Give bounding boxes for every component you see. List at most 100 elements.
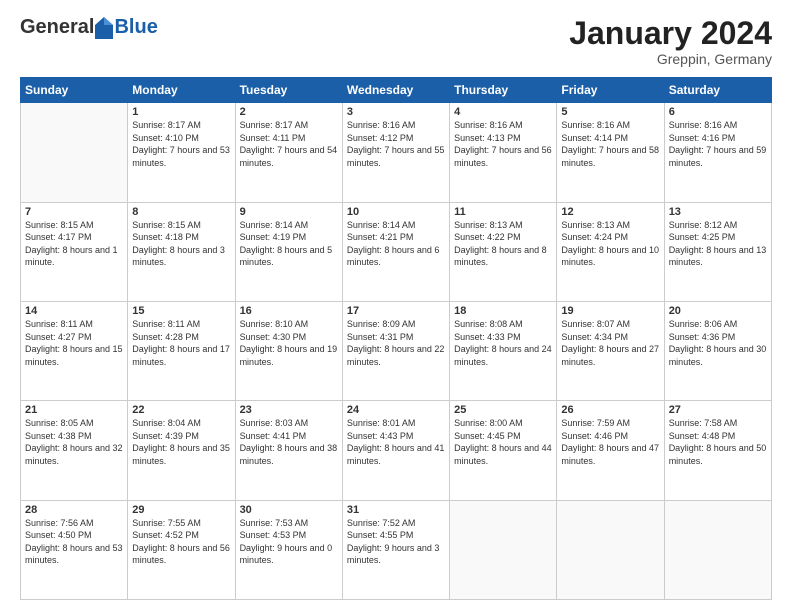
day-number: 11 (454, 206, 552, 218)
calendar-week-5: 28Sunrise: 7:56 AMSunset: 4:50 PMDayligh… (21, 500, 772, 599)
day-number: 30 (240, 504, 338, 516)
month-title: January 2024 (569, 16, 772, 51)
calendar-cell: 28Sunrise: 7:56 AMSunset: 4:50 PMDayligh… (21, 500, 128, 599)
day-info: Sunrise: 8:16 AMSunset: 4:13 PMDaylight:… (454, 119, 552, 169)
day-number: 14 (25, 305, 123, 317)
calendar-header-sunday: Sunday (21, 78, 128, 103)
calendar-week-2: 7Sunrise: 8:15 AMSunset: 4:17 PMDaylight… (21, 202, 772, 301)
location: Greppin, Germany (569, 51, 772, 67)
logo-blue-text: Blue (114, 16, 157, 39)
day-info: Sunrise: 8:11 AMSunset: 4:28 PMDaylight:… (132, 318, 230, 368)
calendar-week-3: 14Sunrise: 8:11 AMSunset: 4:27 PMDayligh… (21, 301, 772, 400)
calendar-header-monday: Monday (128, 78, 235, 103)
calendar-cell: 22Sunrise: 8:04 AMSunset: 4:39 PMDayligh… (128, 401, 235, 500)
day-info: Sunrise: 8:13 AMSunset: 4:22 PMDaylight:… (454, 219, 552, 269)
calendar-cell: 25Sunrise: 8:00 AMSunset: 4:45 PMDayligh… (450, 401, 557, 500)
day-number: 29 (132, 504, 230, 516)
calendar-cell: 29Sunrise: 7:55 AMSunset: 4:52 PMDayligh… (128, 500, 235, 599)
day-info: Sunrise: 8:11 AMSunset: 4:27 PMDaylight:… (25, 318, 123, 368)
calendar-cell: 17Sunrise: 8:09 AMSunset: 4:31 PMDayligh… (342, 301, 449, 400)
calendar-cell (664, 500, 771, 599)
day-info: Sunrise: 8:15 AMSunset: 4:18 PMDaylight:… (132, 219, 230, 269)
day-info: Sunrise: 8:14 AMSunset: 4:19 PMDaylight:… (240, 219, 338, 269)
day-number: 1 (132, 106, 230, 118)
calendar-cell: 9Sunrise: 8:14 AMSunset: 4:19 PMDaylight… (235, 202, 342, 301)
day-info: Sunrise: 8:07 AMSunset: 4:34 PMDaylight:… (561, 318, 659, 368)
calendar-cell: 4Sunrise: 8:16 AMSunset: 4:13 PMDaylight… (450, 103, 557, 202)
day-number: 6 (669, 106, 767, 118)
day-number: 8 (132, 206, 230, 218)
day-number: 19 (561, 305, 659, 317)
calendar-cell: 15Sunrise: 8:11 AMSunset: 4:28 PMDayligh… (128, 301, 235, 400)
day-number: 3 (347, 106, 445, 118)
calendar-header-row: SundayMondayTuesdayWednesdayThursdayFrid… (21, 78, 772, 103)
logo: General Blue (20, 16, 158, 39)
day-info: Sunrise: 8:16 AMSunset: 4:14 PMDaylight:… (561, 119, 659, 169)
calendar-cell: 11Sunrise: 8:13 AMSunset: 4:22 PMDayligh… (450, 202, 557, 301)
day-number: 9 (240, 206, 338, 218)
day-number: 12 (561, 206, 659, 218)
day-number: 25 (454, 404, 552, 416)
calendar-week-1: 1Sunrise: 8:17 AMSunset: 4:10 PMDaylight… (21, 103, 772, 202)
day-number: 15 (132, 305, 230, 317)
calendar-cell: 23Sunrise: 8:03 AMSunset: 4:41 PMDayligh… (235, 401, 342, 500)
calendar-cell: 16Sunrise: 8:10 AMSunset: 4:30 PMDayligh… (235, 301, 342, 400)
calendar-cell: 3Sunrise: 8:16 AMSunset: 4:12 PMDaylight… (342, 103, 449, 202)
day-info: Sunrise: 8:01 AMSunset: 4:43 PMDaylight:… (347, 417, 445, 467)
calendar-cell: 27Sunrise: 7:58 AMSunset: 4:48 PMDayligh… (664, 401, 771, 500)
day-number: 2 (240, 106, 338, 118)
day-number: 31 (347, 504, 445, 516)
calendar-cell: 1Sunrise: 8:17 AMSunset: 4:10 PMDaylight… (128, 103, 235, 202)
day-number: 20 (669, 305, 767, 317)
calendar-cell: 13Sunrise: 8:12 AMSunset: 4:25 PMDayligh… (664, 202, 771, 301)
calendar-cell: 19Sunrise: 8:07 AMSunset: 4:34 PMDayligh… (557, 301, 664, 400)
day-info: Sunrise: 7:59 AMSunset: 4:46 PMDaylight:… (561, 417, 659, 467)
calendar-cell: 18Sunrise: 8:08 AMSunset: 4:33 PMDayligh… (450, 301, 557, 400)
calendar-cell: 6Sunrise: 8:16 AMSunset: 4:16 PMDaylight… (664, 103, 771, 202)
day-number: 27 (669, 404, 767, 416)
day-number: 16 (240, 305, 338, 317)
day-number: 5 (561, 106, 659, 118)
day-number: 28 (25, 504, 123, 516)
page: General Blue January 2024 Greppin, Germa… (0, 0, 792, 612)
logo-general-text: General (20, 16, 94, 39)
logo-icon (95, 17, 113, 39)
day-number: 17 (347, 305, 445, 317)
calendar-cell: 12Sunrise: 8:13 AMSunset: 4:24 PMDayligh… (557, 202, 664, 301)
day-number: 22 (132, 404, 230, 416)
day-number: 21 (25, 404, 123, 416)
calendar-cell: 14Sunrise: 8:11 AMSunset: 4:27 PMDayligh… (21, 301, 128, 400)
day-number: 7 (25, 206, 123, 218)
day-number: 10 (347, 206, 445, 218)
header: General Blue January 2024 Greppin, Germa… (20, 16, 772, 67)
day-info: Sunrise: 7:56 AMSunset: 4:50 PMDaylight:… (25, 517, 123, 567)
day-info: Sunrise: 8:13 AMSunset: 4:24 PMDaylight:… (561, 219, 659, 269)
day-info: Sunrise: 8:12 AMSunset: 4:25 PMDaylight:… (669, 219, 767, 269)
calendar-cell: 26Sunrise: 7:59 AMSunset: 4:46 PMDayligh… (557, 401, 664, 500)
calendar-cell (450, 500, 557, 599)
day-info: Sunrise: 8:14 AMSunset: 4:21 PMDaylight:… (347, 219, 445, 269)
calendar-header-saturday: Saturday (664, 78, 771, 103)
calendar-cell: 7Sunrise: 8:15 AMSunset: 4:17 PMDaylight… (21, 202, 128, 301)
day-info: Sunrise: 8:16 AMSunset: 4:16 PMDaylight:… (669, 119, 767, 169)
calendar-cell: 20Sunrise: 8:06 AMSunset: 4:36 PMDayligh… (664, 301, 771, 400)
day-info: Sunrise: 8:06 AMSunset: 4:36 PMDaylight:… (669, 318, 767, 368)
calendar-header-wednesday: Wednesday (342, 78, 449, 103)
calendar-week-4: 21Sunrise: 8:05 AMSunset: 4:38 PMDayligh… (21, 401, 772, 500)
day-info: Sunrise: 8:04 AMSunset: 4:39 PMDaylight:… (132, 417, 230, 467)
title-area: January 2024 Greppin, Germany (569, 16, 772, 67)
calendar-header-friday: Friday (557, 78, 664, 103)
calendar-cell: 31Sunrise: 7:52 AMSunset: 4:55 PMDayligh… (342, 500, 449, 599)
day-info: Sunrise: 7:55 AMSunset: 4:52 PMDaylight:… (132, 517, 230, 567)
calendar-header-tuesday: Tuesday (235, 78, 342, 103)
calendar-cell: 10Sunrise: 8:14 AMSunset: 4:21 PMDayligh… (342, 202, 449, 301)
day-info: Sunrise: 8:17 AMSunset: 4:10 PMDaylight:… (132, 119, 230, 169)
calendar-cell: 5Sunrise: 8:16 AMSunset: 4:14 PMDaylight… (557, 103, 664, 202)
day-number: 18 (454, 305, 552, 317)
day-info: Sunrise: 8:10 AMSunset: 4:30 PMDaylight:… (240, 318, 338, 368)
day-number: 26 (561, 404, 659, 416)
calendar-table: SundayMondayTuesdayWednesdayThursdayFrid… (20, 77, 772, 600)
day-info: Sunrise: 8:03 AMSunset: 4:41 PMDaylight:… (240, 417, 338, 467)
day-info: Sunrise: 7:52 AMSunset: 4:55 PMDaylight:… (347, 517, 445, 567)
calendar-header-thursday: Thursday (450, 78, 557, 103)
